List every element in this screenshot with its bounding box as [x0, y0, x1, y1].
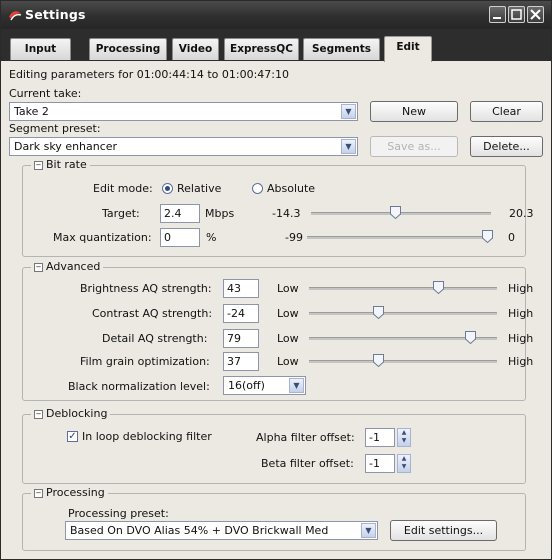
edit-mode-label: Edit mode:: [93, 182, 153, 195]
detail-aq-high: High: [508, 332, 534, 345]
in-loop-deblocking-checkbox[interactable]: ✓: [67, 431, 78, 442]
absolute-label: Absolute: [267, 182, 316, 195]
black-normalization-value: 16(off): [228, 379, 265, 392]
detail-aq-label: Detail AQ strength:: [102, 332, 208, 345]
beta-spin-icon[interactable]: ▲ ▼: [397, 454, 411, 473]
slider-thumb-icon[interactable]: [482, 230, 493, 243]
segment-preset-label: Segment preset:: [9, 122, 101, 135]
chevron-down-icon[interactable]: ▼: [341, 104, 356, 119]
film-grain-high: High: [508, 355, 534, 368]
tab-expressqc[interactable]: ExpressQC: [224, 38, 299, 60]
edit-settings-button[interactable]: Edit settings...: [390, 520, 497, 541]
alpha-offset-label: Alpha filter offset:: [256, 431, 355, 444]
current-take-value: Take 2: [14, 105, 49, 118]
target-field[interactable]: 2.4: [160, 204, 200, 223]
target-label: Target:: [102, 207, 140, 220]
film-grain-label: Film grain optimization:: [80, 355, 210, 368]
film-grain-slider[interactable]: [309, 360, 497, 363]
black-normalization-label: Black normalization level:: [68, 380, 210, 393]
target-min: -14.3: [272, 207, 301, 220]
processing-preset-label: Processing preset:: [68, 507, 169, 520]
black-normalization-dropdown[interactable]: 16(off) ▼: [223, 376, 306, 395]
in-loop-deblocking-label: In loop deblocking filter: [82, 430, 212, 443]
new-take-button[interactable]: New: [370, 101, 458, 122]
processing-preset-dropdown[interactable]: Based On DVO Alias 54% + DVO Brickwall M…: [65, 521, 378, 540]
detail-aq-field[interactable]: 79: [223, 329, 259, 348]
current-take-label: Current take:: [9, 87, 82, 100]
alpha-spin-icon[interactable]: ▲ ▼: [397, 428, 411, 447]
brightness-aq-slider[interactable]: [309, 287, 497, 290]
max-quantization-field[interactable]: 0: [160, 228, 200, 247]
slider-thumb-icon[interactable]: [390, 206, 402, 219]
beta-offset-field[interactable]: -1: [365, 454, 395, 473]
collapse-icon[interactable]: −: [34, 263, 43, 272]
processing-title: Processing: [46, 486, 105, 499]
window-title: Settings: [25, 7, 86, 22]
slider-thumb-icon[interactable]: [372, 354, 384, 367]
maximize-icon[interactable]: [508, 6, 525, 23]
bitrate-title: Bit rate: [46, 158, 87, 171]
film-grain-low: Low: [277, 355, 299, 368]
collapse-icon[interactable]: −: [34, 161, 43, 170]
relative-label: Relative: [177, 182, 222, 195]
chevron-down-icon[interactable]: ▼: [289, 378, 304, 393]
target-unit: Mbps: [205, 207, 235, 220]
max-quantization-label: Max quantization:: [53, 231, 152, 244]
tab-edit[interactable]: Edit: [384, 36, 432, 62]
brightness-aq-low: Low: [277, 282, 299, 295]
clear-take-button[interactable]: Clear: [470, 101, 543, 122]
max-quantization-min: -99: [285, 231, 303, 244]
max-quantization-unit: %: [206, 231, 217, 244]
chevron-down-icon[interactable]: ▼: [361, 523, 376, 538]
max-quantization-max: 0: [508, 231, 515, 244]
app-logo-icon: [9, 11, 22, 21]
tab-video[interactable]: Video: [172, 38, 219, 60]
settings-window: Settings Input Processing Video ExpressQ…: [0, 0, 552, 560]
relative-radio[interactable]: [162, 183, 173, 194]
contrast-aq-low: Low: [277, 307, 299, 320]
tab-segments[interactable]: Segments: [303, 38, 380, 60]
target-max: 20.3: [509, 207, 534, 220]
collapse-icon[interactable]: −: [34, 489, 43, 498]
tab-processing[interactable]: Processing: [89, 38, 167, 60]
current-take-dropdown[interactable]: Take 2 ▼: [9, 102, 358, 121]
editing-range-text: Editing parameters for 01:00:44:14 to 01…: [9, 68, 289, 81]
deblocking-group: − Deblocking: [22, 407, 526, 484]
brightness-aq-field[interactable]: 43: [223, 279, 259, 298]
advanced-title: Advanced: [46, 260, 101, 273]
collapse-icon[interactable]: −: [34, 410, 43, 419]
contrast-aq-label: Contrast AQ strength:: [92, 307, 213, 320]
tab-input[interactable]: Input: [10, 38, 71, 60]
max-quantization-slider[interactable]: [307, 236, 493, 239]
deblocking-title: Deblocking: [46, 407, 108, 420]
contrast-aq-field[interactable]: -24: [223, 304, 259, 323]
detail-aq-low: Low: [277, 332, 299, 345]
beta-offset-label: Beta filter offset:: [261, 457, 354, 470]
save-preset-button[interactable]: Save as...: [370, 136, 458, 157]
film-grain-field[interactable]: 37: [223, 352, 259, 371]
contrast-aq-slider[interactable]: [309, 312, 497, 315]
alpha-offset-field[interactable]: -1: [365, 428, 395, 447]
minimize-icon[interactable]: [489, 6, 506, 23]
segment-preset-dropdown[interactable]: Dark sky enhancer ▼: [9, 137, 358, 156]
slider-thumb-icon[interactable]: [432, 281, 444, 294]
contrast-aq-high: High: [508, 307, 534, 320]
brightness-aq-high: High: [508, 282, 534, 295]
close-icon[interactable]: [527, 6, 544, 23]
chevron-down-icon[interactable]: ▼: [341, 139, 356, 154]
delete-preset-button[interactable]: Delete...: [470, 136, 543, 157]
segment-preset-value: Dark sky enhancer: [14, 140, 118, 153]
absolute-radio[interactable]: [252, 183, 263, 194]
title-bar[interactable]: Settings: [1, 1, 551, 29]
slider-thumb-icon[interactable]: [372, 306, 384, 319]
slider-thumb-icon[interactable]: [464, 331, 476, 344]
processing-preset-value: Based On DVO Alias 54% + DVO Brickwall M…: [70, 524, 329, 537]
brightness-aq-label: Brightness AQ strength:: [80, 282, 212, 295]
